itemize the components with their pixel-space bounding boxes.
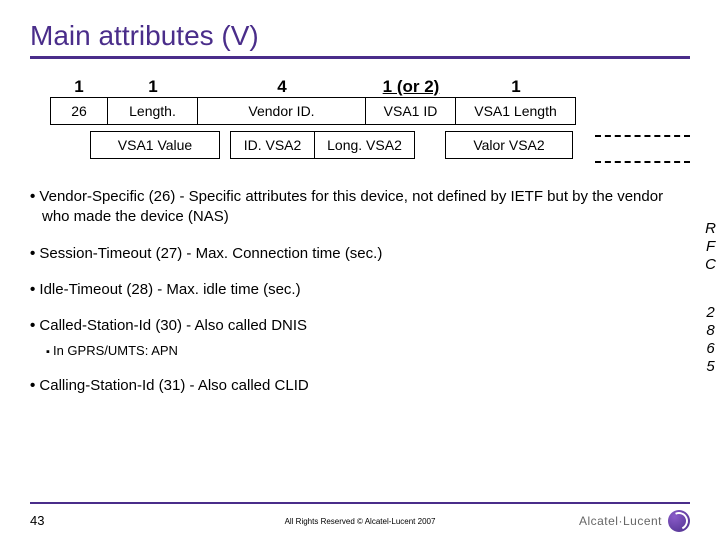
num-cell: 1 (or 2) (366, 77, 456, 97)
diagram-row-1: 26 Length. Vendor ID. VSA1 ID VSA1 Lengt… (50, 97, 690, 125)
field-vsa1-length: VSA1 Length (456, 97, 576, 125)
diagram-header-row: 1 1 4 1 (or 2) 1 (50, 77, 690, 97)
sub-bullet-item: In GPRS/UMTS: APN (30, 342, 690, 360)
bullet-item: Session-Timeout (27) - Max. Connection t… (30, 244, 690, 264)
num-cell: 4 (198, 77, 366, 97)
footer-divider (30, 502, 690, 504)
side-text: R F C 2 8 6 5 (705, 220, 716, 376)
packet-diagram: 1 1 4 1 (or 2) 1 26 Length. Vendor ID. V… (50, 77, 690, 159)
field-length: Length. (108, 97, 198, 125)
brand-text: Alcatel·Lucent (579, 514, 662, 528)
field-vsa1-value: VSA1 Value (90, 131, 220, 159)
continuation-dash (595, 135, 690, 137)
bullet-item: Calling-Station-Id (31) - Also called CL… (30, 376, 690, 396)
bullet-list: Vendor-Specific (26) - Specific attribut… (30, 187, 690, 396)
diagram-row-2: VSA1 Value ID. VSA2 Long. VSA2 Valor VSA… (50, 131, 690, 159)
continuation-dash (595, 161, 690, 163)
num-cell: 1 (108, 77, 198, 97)
field-vsa2-length: Long. VSA2 (315, 131, 415, 159)
field-vsa2-id: ID. VSA2 (230, 131, 315, 159)
brand-mark-icon (668, 510, 690, 532)
slide: Main attributes (V) 1 1 4 1 (or 2) 1 26 … (0, 0, 720, 540)
bullet-item: Idle-Timeout (28) - Max. idle time (sec.… (30, 280, 690, 300)
field-vendor-id: Vendor ID. (198, 97, 366, 125)
bullet-item: Vendor-Specific (26) - Specific attribut… (30, 187, 690, 228)
num-cell: 1 (50, 77, 108, 97)
field-vsa1-id: VSA1 ID (366, 97, 456, 125)
side-text-block2: 2 8 6 5 (705, 304, 716, 376)
bullet-item: Called-Station-Id (30) - Also called DNI… (30, 316, 690, 336)
num-cell: 1 (456, 77, 576, 97)
field-type: 26 (50, 97, 108, 125)
field-vsa2-value: Valor VSA2 (445, 131, 573, 159)
side-text-block1: R F C (705, 220, 716, 274)
title-underline (30, 56, 690, 59)
slide-title: Main attributes (V) (30, 20, 690, 52)
brand-logo: Alcatel·Lucent (579, 510, 690, 532)
